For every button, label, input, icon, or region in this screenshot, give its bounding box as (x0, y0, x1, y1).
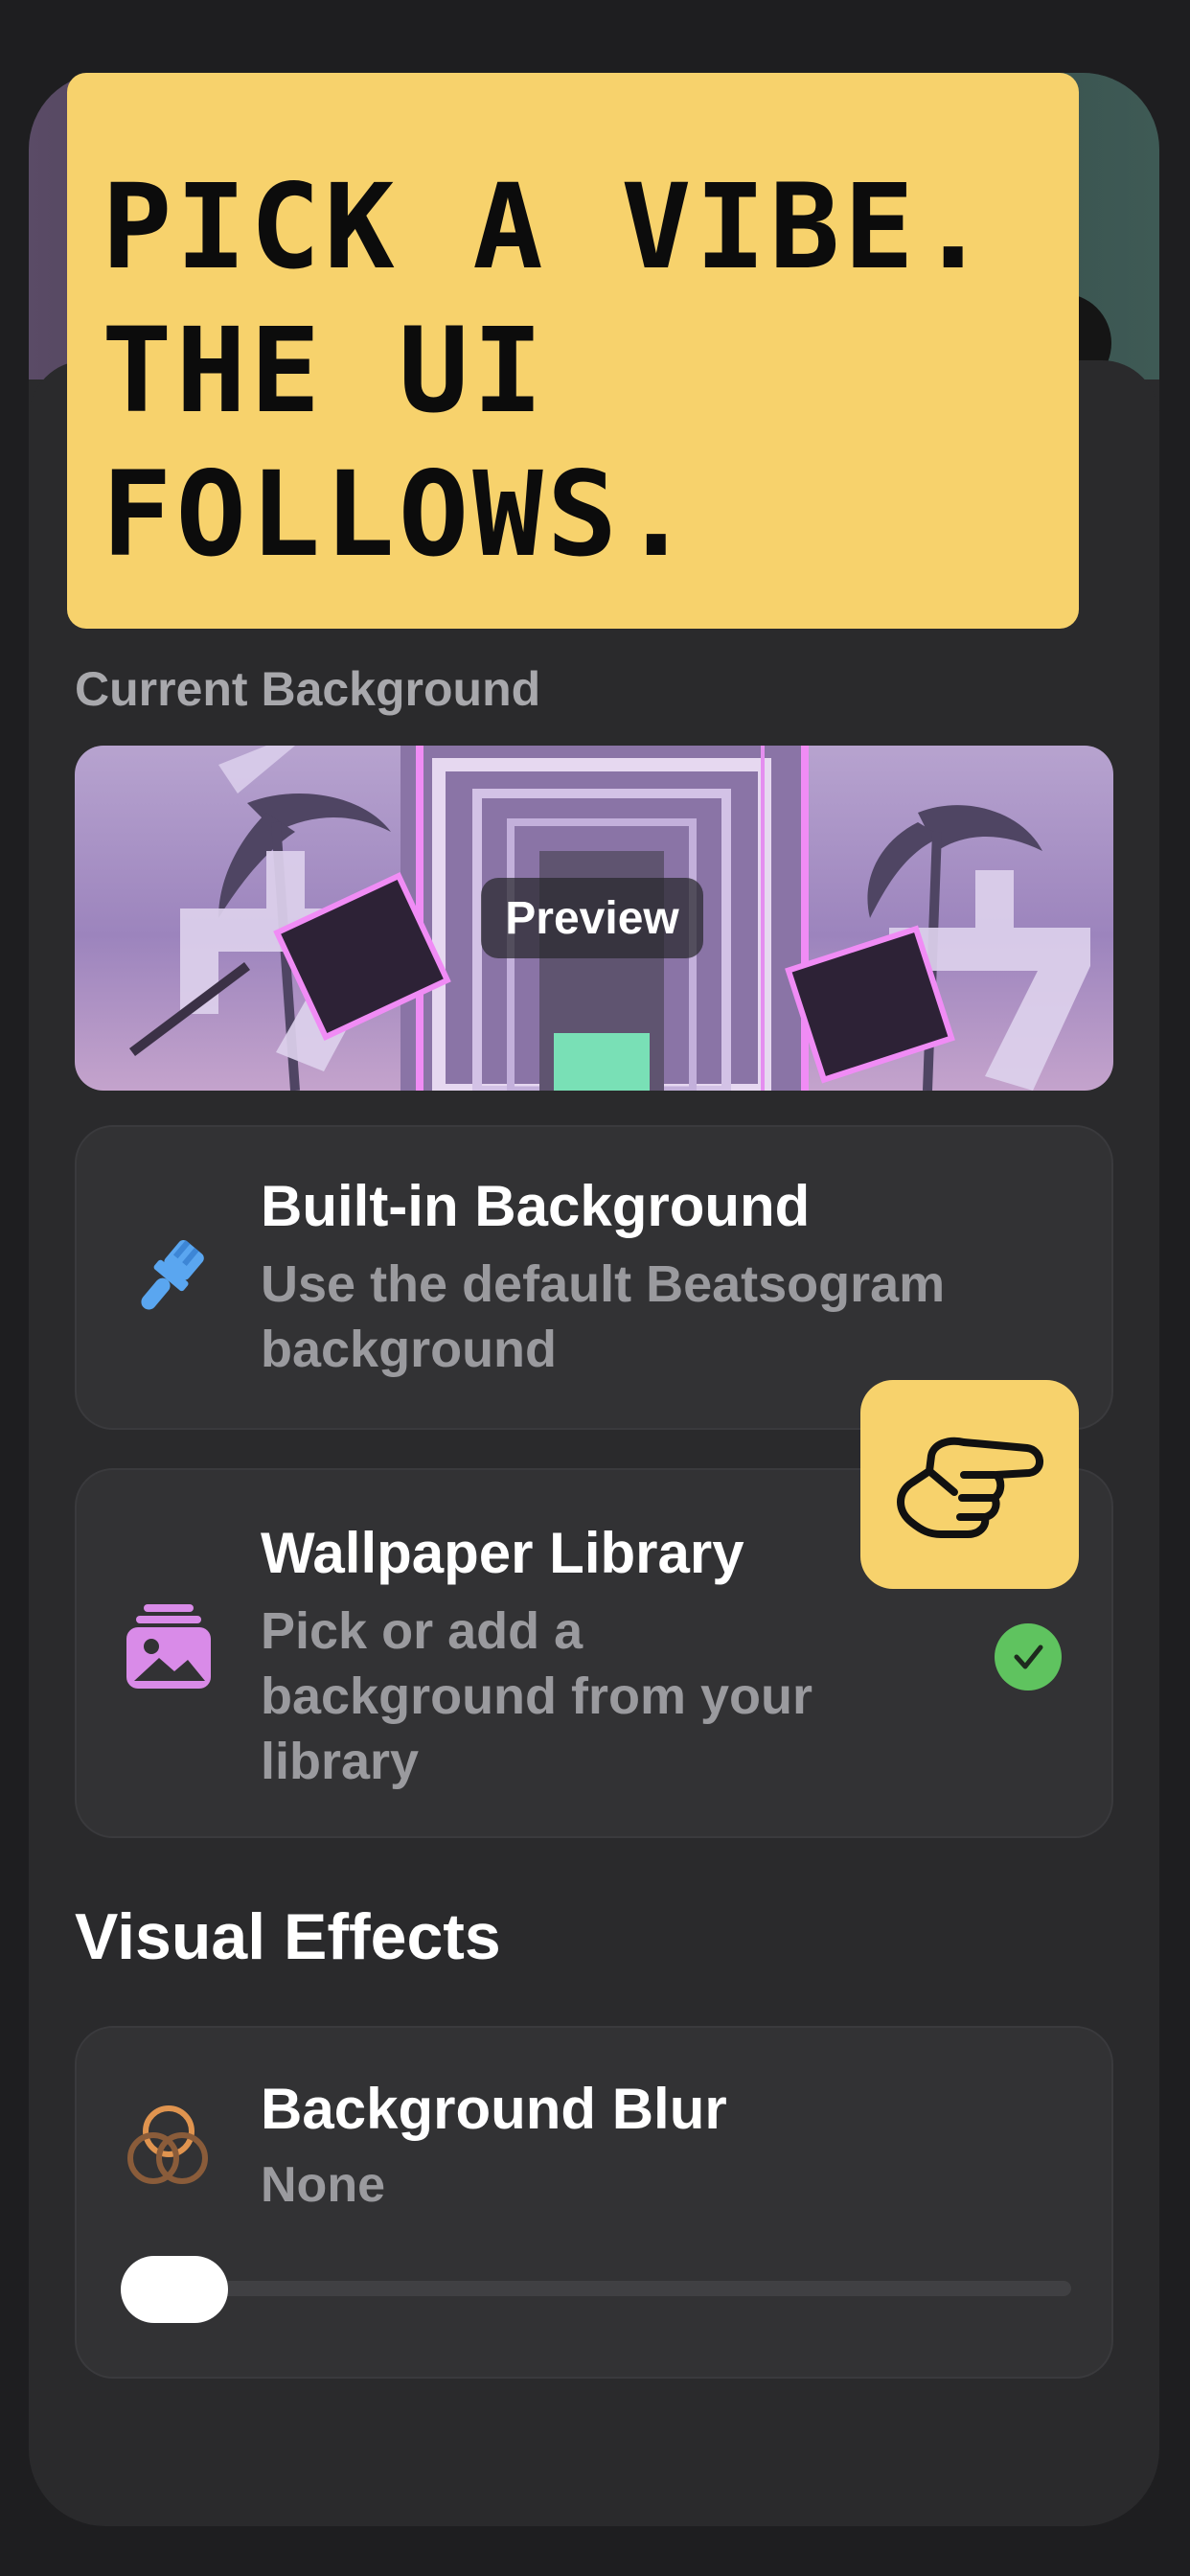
pointing-hand-icon (860, 1380, 1079, 1589)
builtin-background-description: Use the default Beatsogram background (261, 1255, 946, 1378)
headline-line-3: FOLLOWS. (102, 447, 696, 583)
background-preview[interactable]: Preview (75, 746, 1113, 1091)
headline-line-1: PICK A VIBE. (102, 159, 993, 295)
headline-line-2: THE UI (102, 303, 547, 439)
blur-circles-icon (125, 2103, 213, 2191)
builtin-background-title: Built-in Background (261, 1174, 811, 1238)
background-blur-value: None (261, 2157, 385, 2213)
blur-slider-track[interactable] (123, 2281, 1071, 2296)
current-background-label: Current Background (75, 662, 541, 716)
selected-check-icon (995, 1623, 1062, 1690)
background-blur-card: Background Blur None (75, 2026, 1113, 2379)
wallpaper-library-title: Wallpaper Library (261, 1521, 744, 1585)
background-blur-title: Background Blur (261, 2077, 727, 2141)
photo-stack-icon (125, 1602, 213, 1690)
blur-slider-thumb[interactable] (121, 2256, 228, 2323)
wallpaper-library-description: Pick or add a background from your libra… (261, 1602, 813, 1790)
headline-banner: PICK A VIBE. THE UI FOLLOWS. (67, 73, 1079, 629)
paintbrush-icon (125, 1234, 213, 1322)
preview-chip: Preview (481, 878, 703, 958)
visual-effects-heading: Visual Effects (75, 1900, 501, 1973)
